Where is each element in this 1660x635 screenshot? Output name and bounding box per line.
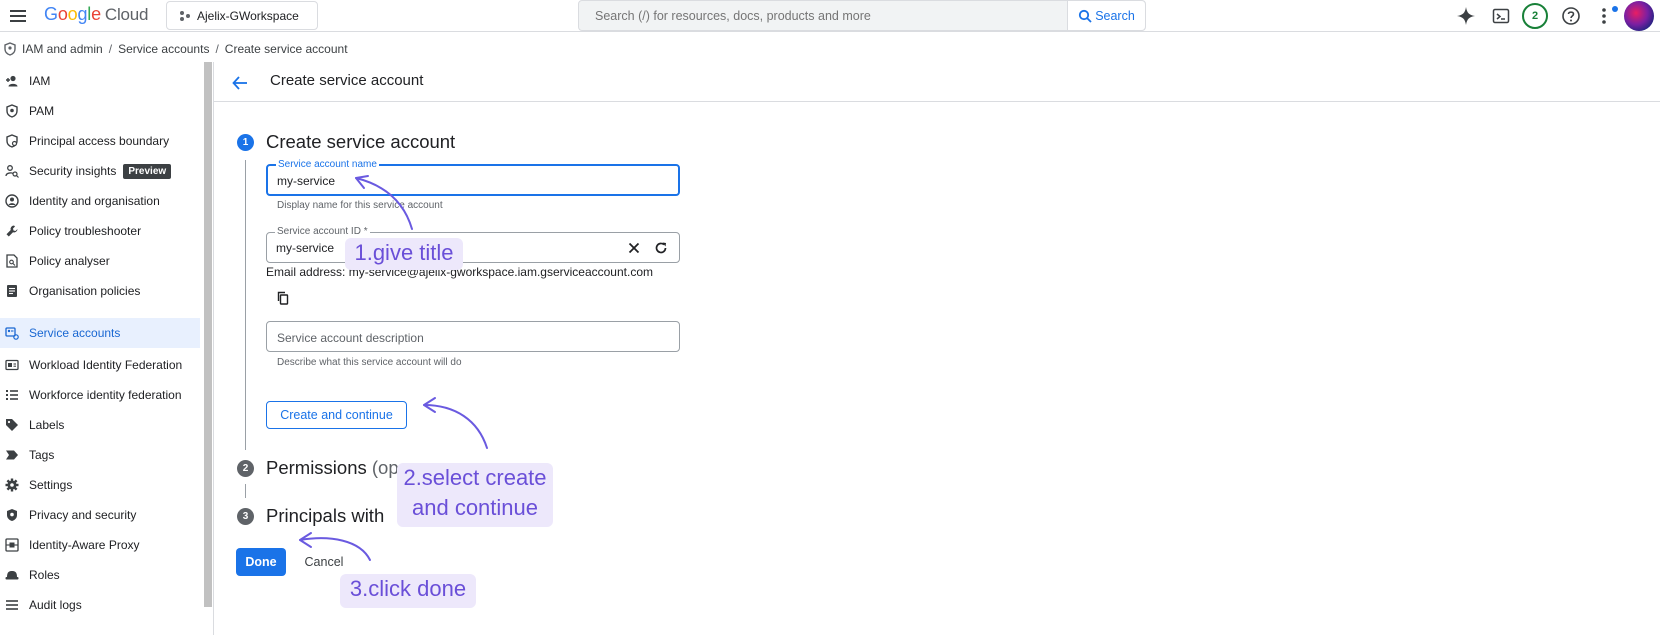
annotation-give-title: 1.give title — [345, 238, 463, 270]
service-account-description-helper: Describe what this service account will … — [277, 357, 462, 368]
list-doc-icon — [5, 284, 19, 298]
service-account-description-placeholder: Service account description — [277, 331, 424, 345]
notification-badge[interactable]: 2 — [1522, 3, 1548, 29]
top-bar: GoogleCloud Ajelix-GWorkspace Search 2 — [0, 0, 1660, 32]
sidebar-item-identity-aware-proxy[interactable]: Identity-Aware Proxy — [0, 530, 200, 560]
search-bar: Search — [578, 0, 1146, 31]
sidebar-item-principal-access-boundary[interactable]: Principal access boundary — [0, 126, 200, 156]
sidebar-item-workforce-identity-federation[interactable]: Workforce identity federation — [0, 380, 200, 410]
copy-icon[interactable] — [276, 291, 290, 305]
project-name: Ajelix-GWorkspace — [197, 8, 299, 23]
tag-icon — [5, 448, 19, 462]
breadcrumb-service-accounts[interactable]: Service accounts — [118, 42, 209, 56]
gear-icon — [5, 478, 19, 492]
id-card-icon — [5, 358, 19, 372]
service-account-name-label: Service account name — [276, 159, 379, 171]
menu-icon[interactable] — [8, 5, 30, 27]
label-icon — [5, 418, 19, 432]
proxy-icon — [5, 538, 19, 552]
breadcrumb-current: Create service account — [224, 42, 348, 56]
step-connector-1 — [245, 160, 246, 450]
privacy-shield-icon — [5, 508, 19, 522]
status-dot — [1612, 6, 1618, 12]
sidebar: IAM PAM Principal access boundary Securi… — [0, 62, 200, 635]
step-1-circle: 1 — [237, 134, 254, 151]
sidebar-item-workload-identity-federation[interactable]: Workload Identity Federation — [0, 350, 200, 380]
person-add-icon — [5, 74, 19, 88]
sidebar-item-organisation-policies[interactable]: Organisation policies — [0, 276, 200, 306]
cancel-button[interactable]: Cancel — [295, 548, 353, 576]
create-and-continue-button[interactable]: Create and continue — [266, 401, 407, 429]
sidebar-item-policy-troubleshooter[interactable]: Policy troubleshooter — [0, 216, 200, 246]
list-icon — [5, 388, 19, 402]
step-2-title[interactable]: Permissions (op — [266, 457, 399, 479]
service-account-name-field[interactable]: Service account name my-service — [266, 159, 680, 196]
preview-badge: Preview — [123, 163, 172, 179]
step-2-circle: 2 — [237, 460, 254, 477]
gemini-sparkle-icon[interactable] — [1454, 4, 1478, 28]
shield-icon — [5, 104, 19, 118]
page-header: Create service account — [214, 62, 1660, 102]
search-icon — [1079, 9, 1092, 23]
project-selector[interactable]: Ajelix-GWorkspace — [166, 1, 318, 30]
help-icon[interactable] — [1559, 4, 1583, 28]
sidebar-item-settings[interactable]: Settings — [0, 470, 200, 500]
sidebar-item-service-accounts[interactable]: Service accounts — [0, 318, 200, 348]
person-search-icon — [5, 164, 19, 178]
refresh-icon[interactable] — [653, 240, 669, 256]
sidebar-item-roles[interactable]: Roles — [0, 560, 200, 590]
annotation-click-done: 3.click done — [340, 574, 476, 608]
google-cloud-logo[interactable]: Google Cloud — [44, 4, 148, 25]
sidebar-item-labels[interactable]: Labels — [0, 410, 200, 440]
avatar[interactable] — [1624, 1, 1654, 31]
page-title: Create service account — [270, 72, 424, 89]
service-account-description-field[interactable]: Service account description — [266, 321, 680, 352]
back-arrow-icon[interactable] — [230, 73, 250, 93]
clear-icon[interactable] — [626, 240, 642, 256]
sidebar-item-pam[interactable]: PAM — [0, 96, 200, 126]
project-icon — [180, 10, 190, 21]
step-3-circle: 3 — [237, 508, 254, 525]
search-input[interactable] — [579, 1, 1067, 30]
roles-hat-icon — [5, 568, 19, 582]
sidebar-divider — [213, 62, 214, 635]
sidebar-scrollbar[interactable] — [204, 62, 212, 607]
service-account-icon — [5, 326, 19, 340]
service-account-name-value: my-service — [277, 174, 336, 188]
service-account-id-value: my-service — [276, 241, 335, 255]
step-connector-2 — [245, 484, 246, 498]
service-account-id-label: Service account ID * — [275, 226, 370, 238]
document-search-icon — [5, 254, 19, 268]
breadcrumb-iam[interactable]: IAM and admin — [22, 42, 103, 56]
account-circle-icon — [5, 194, 19, 208]
audit-list-icon — [5, 598, 19, 612]
step-3-title[interactable]: Principals with — [266, 505, 384, 527]
sidebar-item-security-insights[interactable]: Security insights Preview — [0, 156, 200, 186]
sidebar-item-audit-logs[interactable]: Audit logs — [0, 590, 200, 620]
sidebar-item-iam[interactable]: IAM — [0, 66, 200, 96]
search-button[interactable]: Search — [1067, 1, 1145, 30]
service-account-id-field[interactable]: Service account ID * my-service — [266, 226, 680, 263]
cloud-shell-terminal-icon[interactable] — [1489, 4, 1513, 28]
sidebar-item-policy-analyser[interactable]: Policy analyser — [0, 246, 200, 276]
wrench-icon — [5, 224, 19, 238]
shield-icon — [4, 42, 16, 56]
done-button[interactable]: Done — [236, 548, 286, 576]
annotation-select-create: 2.select create and continue — [397, 463, 553, 527]
sidebar-item-privacy-and-security[interactable]: Privacy and security — [0, 500, 200, 530]
sidebar-item-tags[interactable]: Tags — [0, 440, 200, 470]
sidebar-item-identity-and-organisation[interactable]: Identity and organisation — [0, 186, 200, 216]
step-1-title: Create service account — [266, 131, 456, 152]
boundary-icon — [5, 134, 19, 148]
breadcrumb: IAM and admin / Service accounts / Creat… — [0, 37, 348, 61]
service-account-name-helper: Display name for this service account — [277, 200, 443, 211]
